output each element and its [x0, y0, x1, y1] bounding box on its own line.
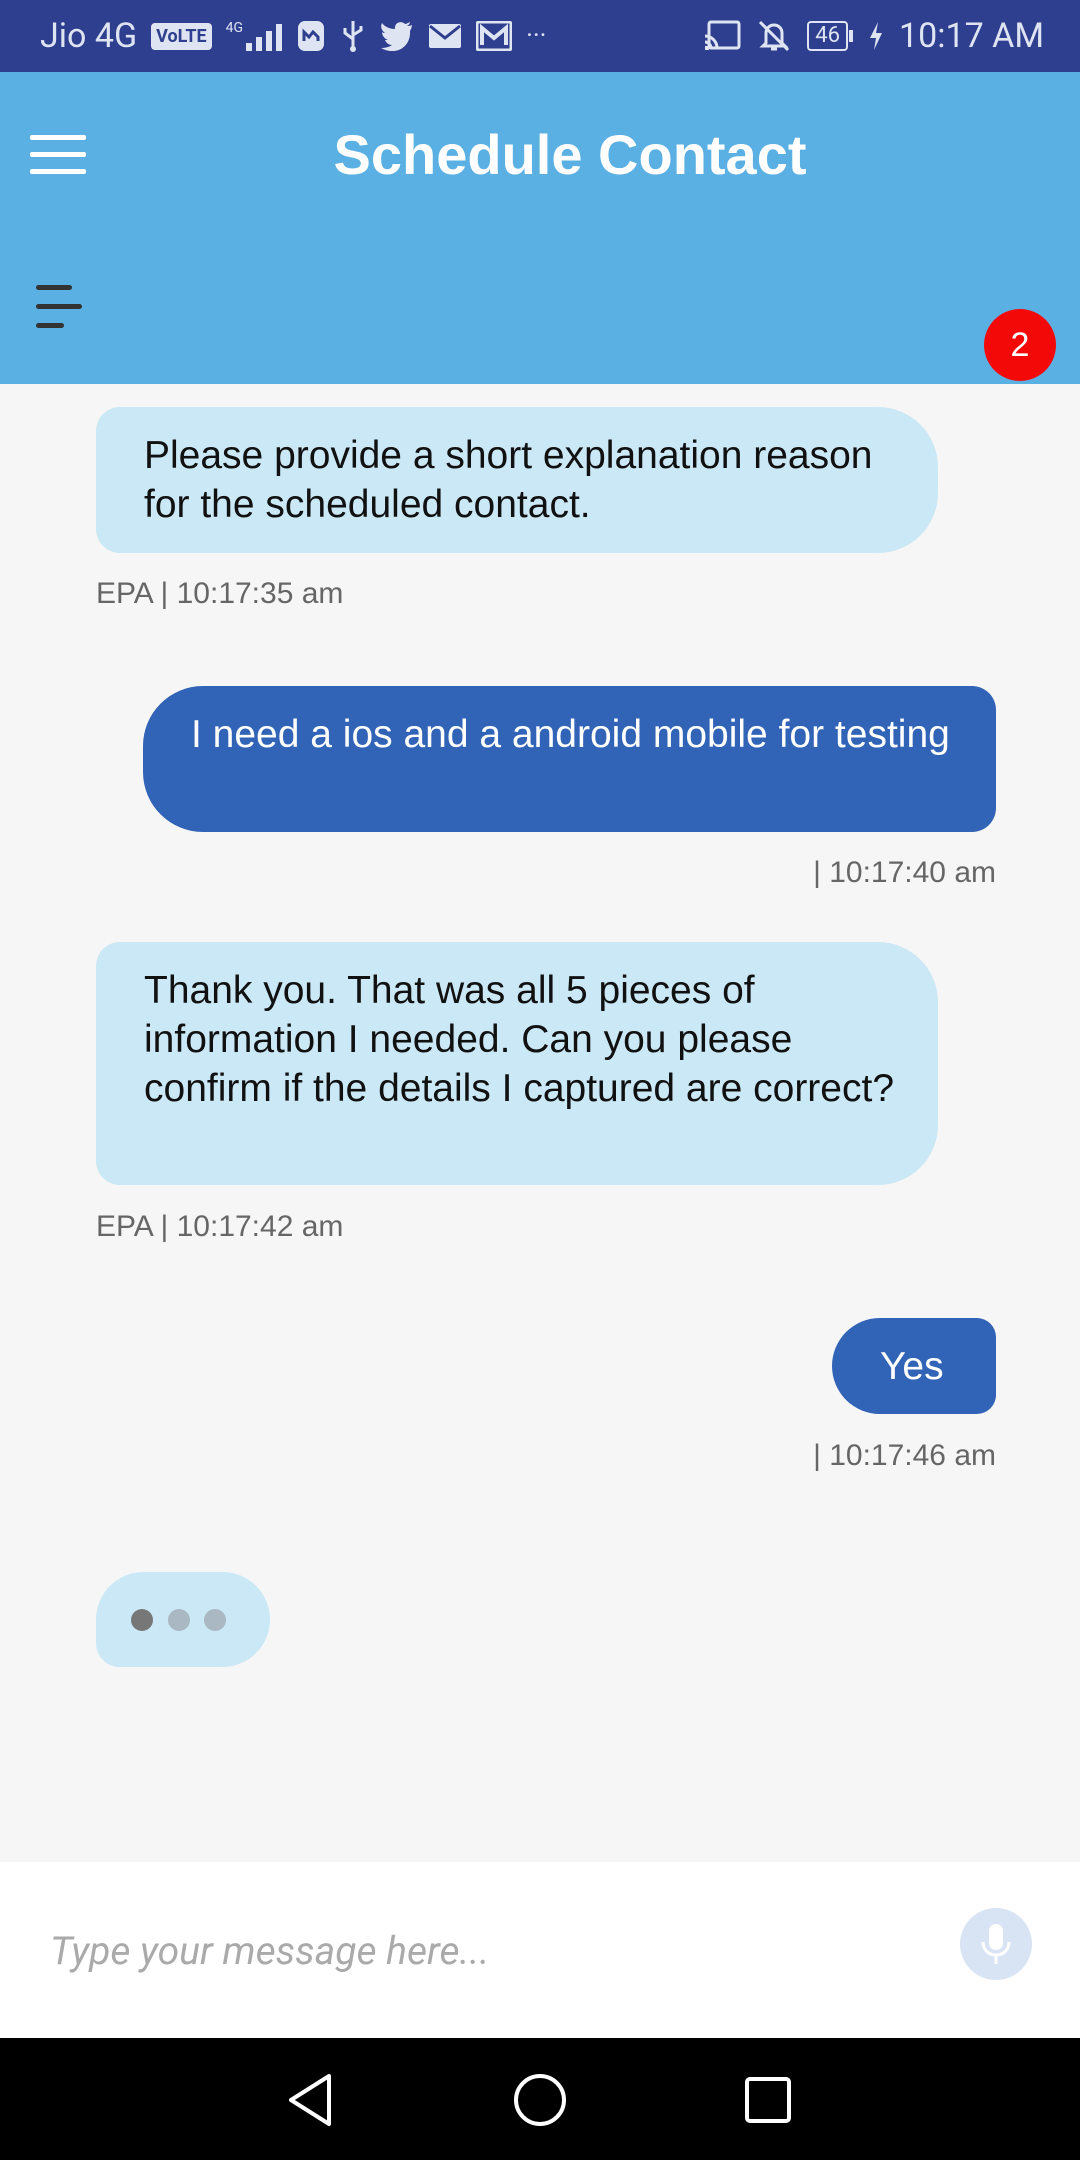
signal-icon: 4G — [225, 20, 283, 51]
mute-notifications-icon — [759, 20, 790, 52]
app-header: Schedule Contact 2 — [0, 72, 1080, 384]
typing-indicator — [96, 1572, 270, 1667]
more-notifications-icon: ··· — [526, 21, 547, 51]
microphone-icon[interactable] — [960, 1908, 1032, 1980]
carrier-label: Jio 4G — [40, 16, 138, 56]
status-bar-right: 46 10:17 AM — [703, 14, 1044, 58]
notification-badge[interactable]: 2 — [984, 309, 1056, 381]
home-icon[interactable] — [508, 2068, 572, 2132]
message-meta: EPA | 10:17:42 am — [96, 1210, 344, 1243]
charging-icon — [870, 22, 883, 50]
battery-level: 46 — [807, 21, 849, 51]
recents-icon[interactable] — [736, 2068, 800, 2132]
page-title: Schedule Contact — [333, 123, 807, 186]
filter-icon[interactable] — [36, 285, 82, 329]
twitter-icon — [381, 22, 413, 51]
typing-dot — [168, 1609, 190, 1631]
message-text: Thank you. That was all 5 pieces of info… — [144, 969, 895, 1110]
message-input[interactable] — [48, 1912, 932, 1990]
usb-icon — [343, 21, 363, 52]
message-meta: EPA | 10:17:35 am — [96, 577, 344, 610]
back-icon[interactable] — [278, 2068, 342, 2132]
messenger-icon — [298, 21, 325, 51]
clock: 10:17 AM — [899, 16, 1044, 56]
cast-icon — [705, 20, 741, 50]
message-composer — [0, 1862, 1080, 2038]
message-text: Please provide a short explanation reaso… — [144, 434, 873, 526]
system-nav-bar — [0, 2038, 1080, 2160]
status-bar-left: Jio 4G VoLTE 4G ··· — [40, 14, 546, 58]
bot-message: Thank you. That was all 5 pieces of info… — [96, 942, 938, 1185]
volte-icon: VoLTE — [151, 22, 212, 50]
message-meta: | 10:17:46 am — [813, 1439, 996, 1472]
typing-dot — [131, 1609, 153, 1631]
message-text: I need a ios and a android mobile for te… — [191, 713, 950, 756]
typing-dot — [204, 1609, 226, 1631]
email-icon — [429, 24, 462, 48]
message-text: Yes — [880, 1345, 944, 1388]
user-message: Yes — [832, 1318, 996, 1414]
bot-message: Please provide a short explanation reaso… — [96, 407, 938, 553]
battery-icon: 46 — [807, 21, 854, 51]
gmail-icon — [476, 21, 513, 51]
user-message: I need a ios and a android mobile for te… — [143, 686, 996, 832]
message-meta: | 10:17:40 am — [813, 856, 996, 889]
status-bar: Jio 4G VoLTE 4G ··· 46 10:17 AM — [0, 0, 1080, 72]
network-type-label: 4G — [225, 20, 244, 36]
